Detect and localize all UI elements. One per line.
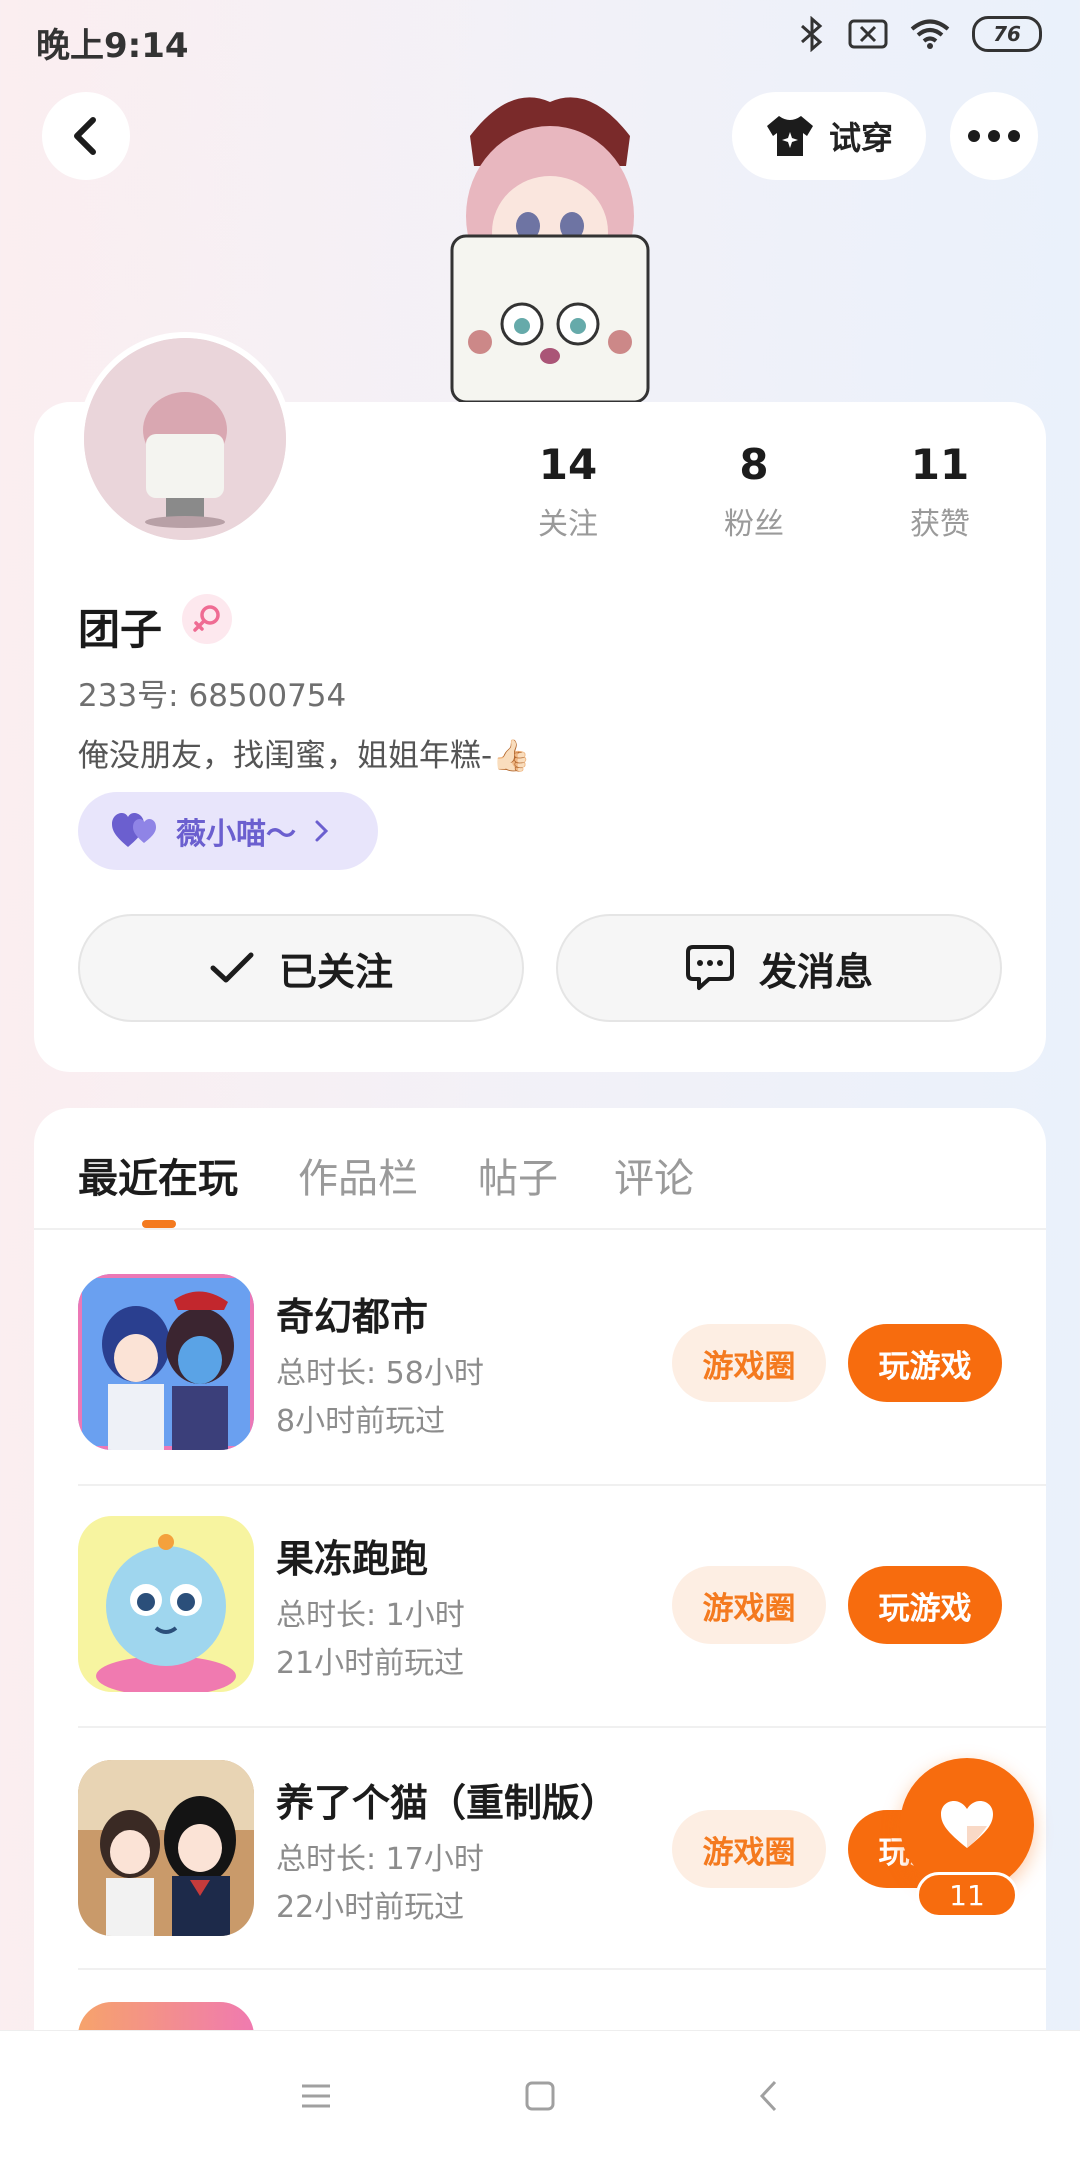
back-nav-button[interactable]	[738, 2071, 798, 2121]
play-game-button[interactable]: 玩游戏	[848, 1566, 1002, 1644]
stat-likes-value: 11	[910, 440, 970, 489]
tab-works[interactable]: 作品栏	[298, 1146, 418, 1204]
back-chevron-icon	[759, 2080, 777, 2112]
game-icon	[78, 1760, 254, 1936]
game-icon	[78, 1274, 254, 1450]
row-divider	[78, 1968, 1046, 1970]
cp-name-label: 薇小喵～	[176, 817, 296, 852]
chevron-right-icon	[315, 820, 329, 842]
system-navigation-bar	[0, 2030, 1080, 2161]
tab-recently-played[interactable]: 最近在玩	[78, 1146, 238, 1204]
user-bio: 俺没朋友，找闺蜜，姐姐年糕-👍🏻	[78, 738, 531, 774]
tab-active-indicator	[142, 1220, 176, 1228]
send-message-label: 发消息	[758, 949, 873, 994]
more-options-button[interactable]	[950, 92, 1038, 180]
tshirt-icon	[766, 116, 813, 156]
list-item[interactable]: 果冻跑跑 总时长: 1小时 21小时前玩过 游戏圈 玩游戏	[78, 1516, 1058, 1696]
row-divider	[78, 1726, 1046, 1728]
tab-comments[interactable]: 评论	[614, 1146, 694, 1204]
status-icons: 76	[798, 16, 1042, 52]
battery-indicator: 76	[972, 16, 1042, 52]
row-divider	[78, 1484, 1046, 1486]
profile-name: 团子	[78, 605, 163, 654]
chat-bubble-icon	[685, 945, 734, 990]
sim-off-icon	[848, 19, 888, 49]
game-last-played: 22小时前玩过	[276, 1890, 465, 1925]
try-on-label: 试穿	[828, 119, 893, 157]
game-title: 养了个猫（重制版）	[276, 1781, 619, 1825]
game-duration: 总时长: 1小时	[276, 1598, 465, 1633]
back-arrow-icon	[74, 117, 96, 155]
game-circle-button[interactable]: 游戏圈	[672, 1324, 826, 1402]
home-square-icon	[525, 2081, 555, 2111]
game-title: 果冻跑跑	[276, 1537, 429, 1581]
followed-label: 已关注	[278, 949, 393, 994]
game-icon	[78, 1516, 254, 1692]
female-gender-icon	[182, 594, 232, 644]
stat-followers-value: 8	[739, 440, 769, 489]
cp-badge-button[interactable]: 薇小喵～	[78, 792, 378, 870]
tab-posts[interactable]: 帖子	[478, 1146, 558, 1204]
followed-button[interactable]: 已关注	[78, 914, 524, 1022]
list-item[interactable]: 奇幻都市 总时长: 58小时 8小时前玩过 游戏圈 玩游戏	[78, 1274, 1058, 1454]
game-last-played: 21小时前玩过	[276, 1646, 465, 1681]
avatar[interactable]	[78, 332, 292, 546]
game-icon	[78, 2002, 254, 2030]
stat-likes-label: 获赞	[910, 507, 970, 542]
stat-following[interactable]: 14 关注	[498, 440, 638, 543]
try-on-button[interactable]: 试穿	[732, 92, 926, 180]
game-title: 奇幻都市	[276, 1295, 429, 1339]
bluetooth-icon	[801, 16, 823, 52]
status-time: 晚上9:14	[36, 26, 189, 66]
stat-following-label: 关注	[538, 507, 598, 542]
list-item[interactable]: 梦幻魔法校园（摆拍	[78, 2002, 1058, 2030]
stat-followers-label: 粉丝	[724, 507, 784, 542]
game-circle-button[interactable]: 游戏圈	[672, 1810, 826, 1888]
checkmark-icon	[210, 952, 254, 983]
back-button[interactable]	[42, 92, 130, 180]
more-dots-icon	[968, 130, 1020, 142]
game-duration: 总时长: 17小时	[276, 1842, 484, 1877]
game-last-played: 8小时前玩过	[276, 1404, 446, 1439]
status-bar: 晚上9:14 76	[0, 0, 1080, 76]
avatar-character-illustration	[430, 66, 670, 402]
menu-icon	[302, 2084, 330, 2108]
user-id: 233号: 68500754	[78, 678, 347, 714]
stat-likes[interactable]: 11 获赞	[870, 440, 1010, 543]
wifi-icon	[910, 19, 950, 49]
home-nav-button[interactable]	[510, 2071, 570, 2121]
like-count-badge: 11	[916, 1872, 1018, 1918]
stat-followers[interactable]: 8 粉丝	[684, 440, 824, 543]
send-message-button[interactable]: 发消息	[556, 914, 1002, 1022]
play-game-button[interactable]: 玩游戏	[848, 1324, 1002, 1402]
game-circle-button[interactable]: 游戏圈	[672, 1566, 826, 1644]
tabs-divider	[34, 1228, 1046, 1230]
menu-nav-button[interactable]	[286, 2071, 346, 2121]
game-title: 梦幻魔法校园（摆拍	[276, 2020, 618, 2030]
game-duration: 总时长: 58小时	[276, 1356, 484, 1391]
heart-icon	[941, 1801, 993, 1848]
stat-following-value: 14	[538, 440, 598, 489]
hearts-icon	[112, 813, 156, 847]
